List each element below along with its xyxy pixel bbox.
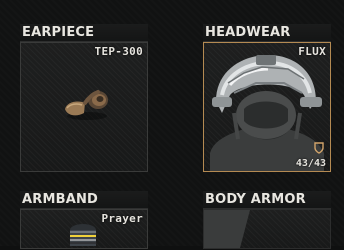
body-armor-slot-title: BODY ARMOR: [203, 191, 331, 209]
body-silhouette: [204, 210, 250, 248]
headwear-item-name: FLUX: [298, 45, 326, 58]
earpiece-item-name: TEP-300: [94, 45, 143, 58]
earpiece-icon: [65, 90, 108, 120]
armband-slot[interactable]: Prayer: [20, 209, 148, 249]
earpiece-slot-title: EARPIECE: [20, 24, 148, 42]
headwear-slot-title: HEADWEAR: [203, 24, 331, 42]
armband-item-name: Prayer: [101, 212, 143, 225]
headwear-slot[interactable]: FLUX 43/43: [203, 42, 331, 172]
armor-shield-icon: [314, 142, 324, 154]
armband-slot-title: ARMBAND: [20, 191, 148, 209]
helmet-icon: [210, 55, 324, 171]
body-armor-slot[interactable]: [203, 209, 331, 249]
armband-icon: [70, 224, 96, 246]
headwear-durability: 43/43: [295, 158, 326, 169]
earpiece-slot[interactable]: TEP-300: [20, 42, 148, 172]
